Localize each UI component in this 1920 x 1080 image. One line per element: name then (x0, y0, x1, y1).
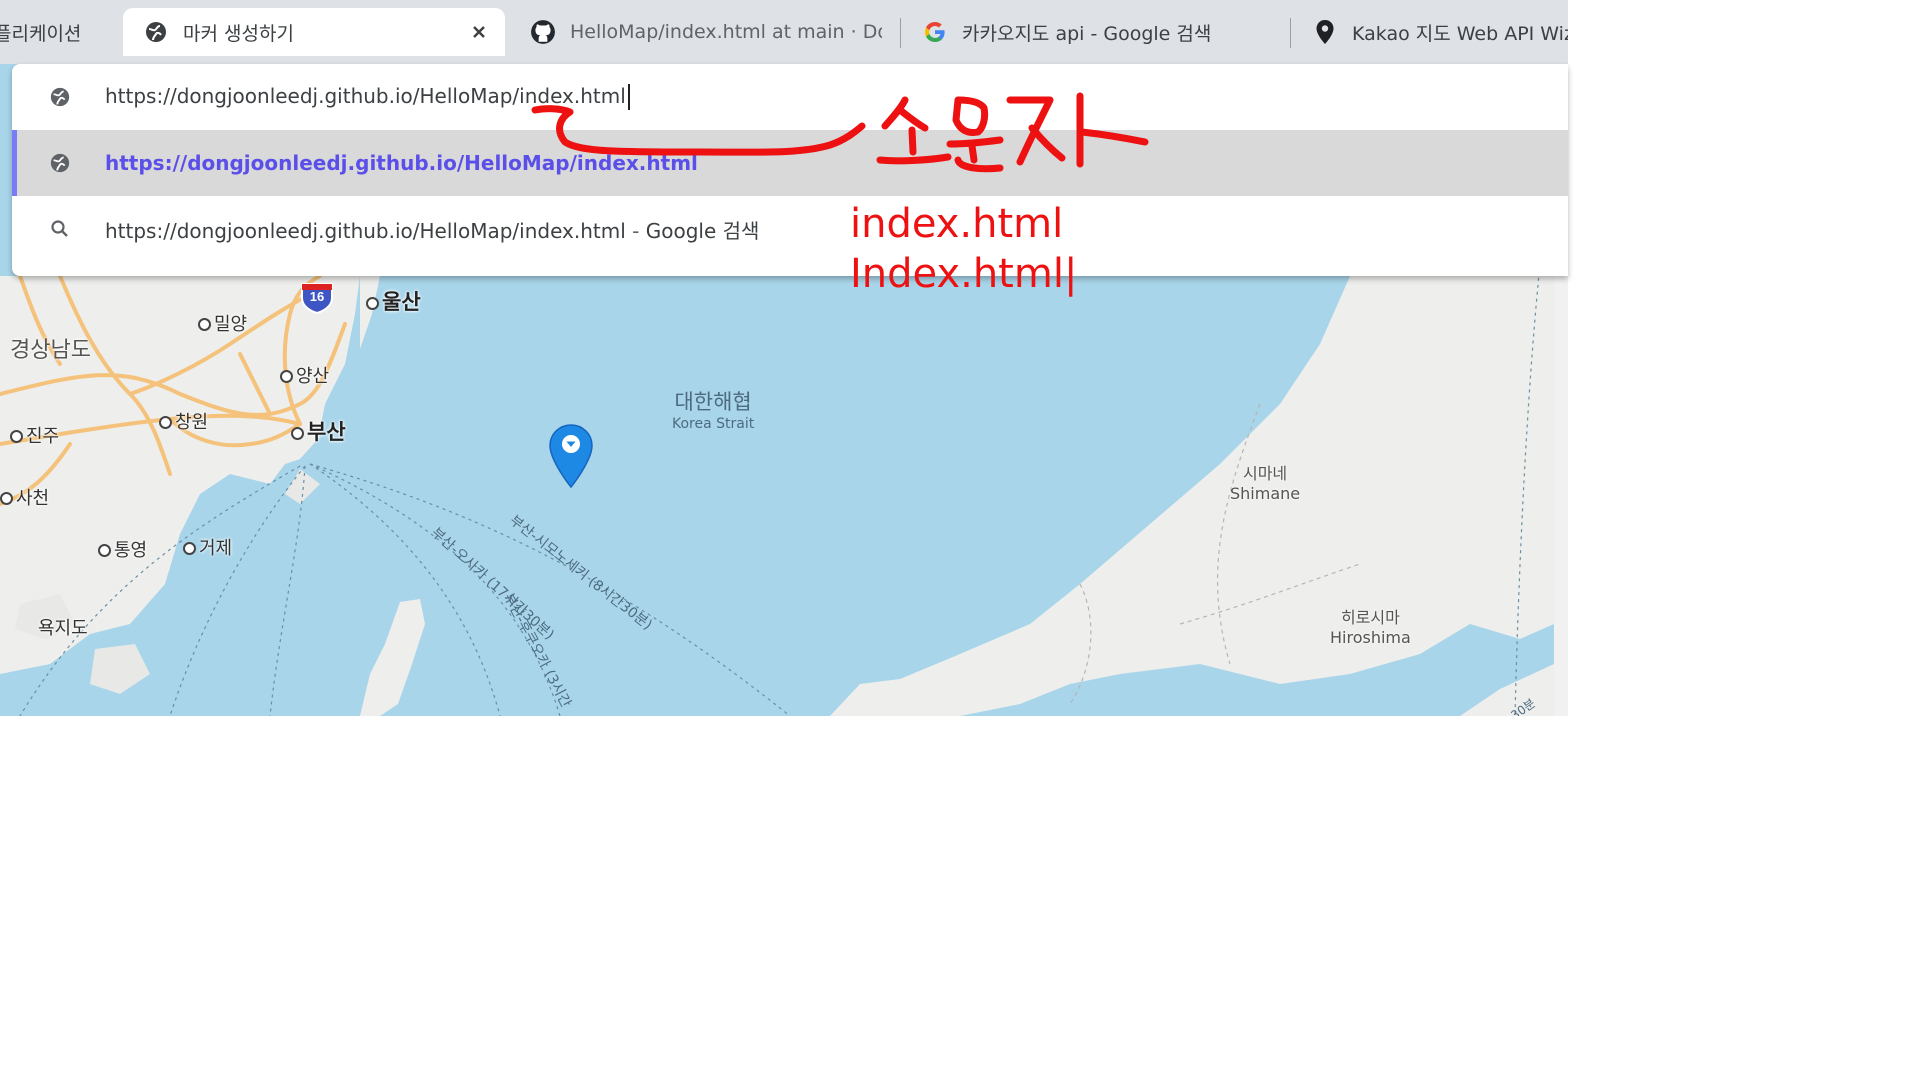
region-label: 시마네 Shimane (1230, 464, 1301, 503)
city-label: 창원 (159, 408, 208, 434)
suggestion-search[interactable]: https://dongjoonleedj.github.io/HelloMap… (12, 196, 1568, 262)
city-label: 양산 (280, 362, 329, 388)
province-label: 경상남도 (10, 338, 91, 363)
city-label: 울산 (366, 286, 421, 316)
tab-separator (1290, 18, 1291, 48)
tab-applications[interactable]: 플리케이션 (0, 8, 106, 56)
suggestion-url-text: https://dongjoonleedj.github.io/HelloMap… (105, 151, 698, 175)
globe-icon (48, 151, 72, 175)
selection-indicator (12, 130, 17, 196)
tab-title: 플리케이션 (0, 22, 82, 45)
address-bar-input[interactable]: https://dongjoonleedj.github.io/HelloMap… (12, 64, 1568, 130)
tab-separator (900, 18, 901, 48)
text-cursor (627, 84, 630, 111)
city-label: 부산 (291, 416, 346, 446)
tab-title: Kakao 지도 Web API Wiz (1352, 22, 1568, 45)
tab-title: 마커 생성하기 (183, 22, 294, 45)
tab-marker-create[interactable]: 마커 생성하기 (123, 8, 505, 56)
globe-icon (143, 19, 169, 45)
globe-icon (48, 85, 72, 109)
city-label: 밀양 (198, 310, 247, 336)
annotation-line-2: Index.html| (850, 251, 1078, 297)
tab-title: 카카오지도 api - Google 검색 (962, 22, 1212, 45)
highway-shield-icon: 16 (300, 280, 334, 314)
map-pin-icon (1312, 19, 1338, 45)
suggestion-search-text: https://dongjoonleedj.github.io/HelloMap… (105, 218, 760, 243)
tab-google-search[interactable]: 카카오지도 api - Google 검색 (922, 8, 1272, 56)
island-label: 욕지도 (38, 618, 88, 639)
city-label: 통영 (98, 536, 147, 562)
annotation-line-1: index.html (850, 201, 1064, 247)
city-label: 거제 (183, 534, 232, 560)
sea-label: 대한해협 Korea Strait (672, 390, 755, 432)
tab-title: HelloMap/index.html at main · Dor (570, 21, 882, 43)
highway-number: 16 (309, 289, 325, 304)
github-icon (530, 19, 556, 45)
browser-tab-bar: 플리케이션 마커 생성하기 HelloMap/index.html at mai… (0, 0, 1568, 64)
google-icon (922, 19, 948, 45)
suggestion-url[interactable]: https://dongjoonleedj.github.io/HelloMap… (12, 130, 1568, 196)
city-label: 사천 (0, 484, 49, 510)
tab-kakao-wizard[interactable]: Kakao 지도 Web API Wiz (1312, 8, 1568, 56)
close-tab-icon[interactable] (467, 20, 491, 44)
search-icon (48, 217, 72, 241)
city-label: 진주 (10, 422, 59, 448)
address-bar-text[interactable]: https://dongjoonleedj.github.io/HelloMap… (105, 84, 630, 111)
tab-github[interactable]: HelloMap/index.html at main · Dor (530, 8, 882, 56)
address-bar-dropdown: https://dongjoonleedj.github.io/HelloMap… (12, 64, 1568, 276)
region-label: 히로시마 Hiroshima (1330, 608, 1411, 647)
